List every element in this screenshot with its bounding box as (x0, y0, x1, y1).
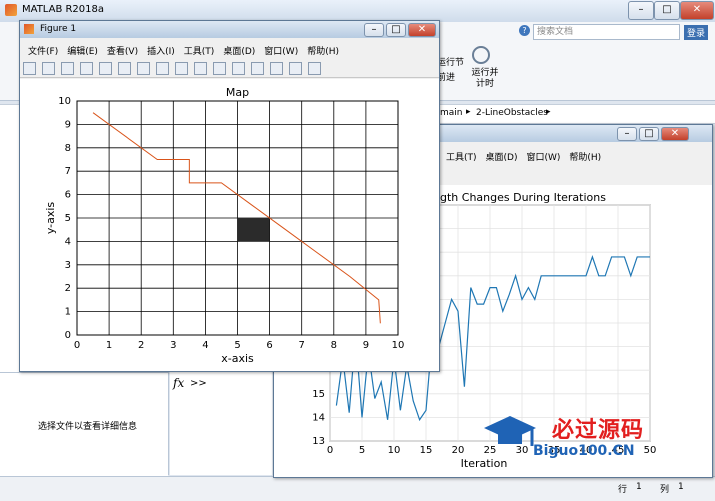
y-tick-label: 1 (65, 307, 71, 318)
y-tick-label: 14 (312, 412, 325, 423)
x-tick-label: 8 (331, 340, 337, 351)
x-tick-label: 20 (452, 445, 465, 456)
menu-view[interactable]: 查看(V) (107, 47, 138, 57)
figure1-window: Figure 1 – □ ✕ 文件(F) 编辑(E) 查看(V) 插入(I) 工具(T)… (19, 20, 440, 372)
y-tick-label: 8 (65, 143, 71, 154)
window-title: MATLAB R2018a (22, 4, 105, 15)
watermark-text-cn: 必过源码 (552, 418, 645, 443)
figure1-title: Figure 1 (40, 24, 77, 34)
new-figure-icon[interactable] (23, 62, 36, 75)
watermark-text: Biguo100.CN (533, 443, 635, 459)
status-bar (0, 476, 715, 501)
menu-window[interactable]: 窗口(W) (264, 47, 298, 57)
menu-insert[interactable]: 插入(I) (147, 47, 175, 57)
status-col-label: 列 (660, 485, 670, 495)
y-tick-label: 0 (65, 330, 71, 341)
x-tick-label: 2 (138, 340, 144, 351)
print-icon[interactable] (80, 62, 93, 75)
x-axis-label: x-axis (221, 352, 254, 365)
minimize-button[interactable]: – (628, 1, 654, 20)
figure1-minimize-button[interactable]: – (364, 23, 384, 37)
obstacle-block (237, 218, 270, 242)
y-tick-label: 7 (65, 166, 71, 177)
y-tick-label: 9 (65, 119, 71, 130)
x-tick-label: 0 (74, 340, 80, 351)
help-icon[interactable]: ? (519, 25, 530, 36)
x-tick-label: 1 (106, 340, 112, 351)
zoom-out-icon[interactable] (137, 62, 150, 75)
x-tick-label: 6 (266, 340, 272, 351)
x-axis-label: Iteration (461, 457, 508, 470)
breadcrumb-item-folder[interactable]: 2-LineObstacles (476, 108, 548, 118)
figure-icon (24, 24, 34, 34)
x-tick-label: 10 (392, 340, 405, 351)
rotate-icon[interactable] (175, 62, 188, 75)
figure1-maximize-button[interactable]: □ (386, 23, 406, 37)
x-tick-label: 5 (234, 340, 240, 351)
figure1-menubar: 文件(F) 编辑(E) 查看(V) 插入(I) 工具(T) 桌面(D) 窗口(W) 帮助(H) (28, 44, 348, 57)
save-icon[interactable] (61, 62, 74, 75)
chart-title: gth Changes During Iterations (440, 191, 606, 204)
search-input[interactable]: 搜索文档 (533, 24, 680, 40)
x-tick-label: 15 (420, 445, 433, 456)
breadcrumb-separator: ▸ (546, 107, 551, 117)
x-tick-label: 3 (170, 340, 176, 351)
y-tick-label: 2 (65, 283, 71, 294)
status-col-value: 1 (678, 482, 684, 492)
status-line-value: 1 (636, 482, 642, 492)
figure1-close-button[interactable]: ✕ (408, 23, 436, 37)
command-prompt: >> (190, 378, 207, 389)
command-window[interactable] (170, 372, 272, 475)
menu-tools[interactable]: 工具(T) (184, 47, 215, 57)
menu-edit[interactable]: 编辑(E) (67, 47, 98, 57)
ribbon-run-section[interactable]: 运行节 (437, 55, 464, 68)
y-tick-label: 5 (65, 213, 71, 224)
menu-file[interactable]: 文件(F) (28, 47, 58, 57)
close-button[interactable]: ✕ (680, 1, 714, 20)
watermark-logo-icon (480, 412, 538, 456)
x-tick-label: 4 (202, 340, 208, 351)
brush-icon[interactable] (213, 62, 226, 75)
fx-icon: fx (173, 376, 185, 390)
dock-icon[interactable] (308, 62, 321, 75)
menu-desktop[interactable]: 桌面(D) (223, 47, 255, 57)
x-tick-label: 9 (363, 340, 369, 351)
legend-icon[interactable] (270, 62, 283, 75)
pan-hand-icon[interactable] (156, 62, 169, 75)
breadcrumb-item-main[interactable]: main (440, 108, 463, 118)
y-tick-label: 4 (65, 236, 71, 247)
details-text: 选择文件以查看详细信息 (38, 422, 138, 432)
x-tick-label: 7 (299, 340, 305, 351)
y-tick-label: 10 (58, 96, 71, 107)
data-cursor-icon[interactable] (194, 62, 207, 75)
breadcrumb-separator: ▸ (466, 107, 471, 117)
status-line-label: 行 (618, 485, 628, 495)
x-tick-label: 50 (644, 445, 657, 456)
zoom-in-icon[interactable] (118, 62, 131, 75)
login-link[interactable]: 登录 (684, 25, 709, 40)
link-plot-icon[interactable] (232, 62, 245, 75)
x-tick-label: 0 (327, 445, 333, 456)
select-arrow-icon[interactable] (99, 62, 112, 75)
x-tick-label: 5 (359, 445, 365, 456)
y-tick-label: 13 (312, 436, 325, 447)
chart-title: Map (226, 86, 249, 99)
y-tick-label: 3 (65, 260, 71, 271)
menu-help[interactable]: 帮助(H) (307, 47, 339, 57)
maximize-button[interactable]: □ (654, 1, 680, 20)
y-tick-label: 6 (65, 190, 71, 201)
x-tick-label: 10 (388, 445, 401, 456)
figure1-toolbar (20, 59, 439, 78)
colorbar-icon[interactable] (251, 62, 264, 75)
ribbon-run-time[interactable]: 运行并 计时 (468, 68, 502, 90)
figure1-chart: 0 1 2 3 4 5 6 7 8 9 10 0 1 2 3 4 5 6 7 8 9 10 Map x-axis y-axis (44, 86, 405, 365)
y-axis-label: y-axis (44, 202, 57, 235)
y-tick-label: 15 (312, 389, 325, 400)
hide-tools-icon[interactable] (289, 62, 302, 75)
matlab-logo-icon (5, 4, 17, 16)
open-file-icon[interactable] (42, 62, 55, 75)
timer-icon (472, 46, 490, 64)
